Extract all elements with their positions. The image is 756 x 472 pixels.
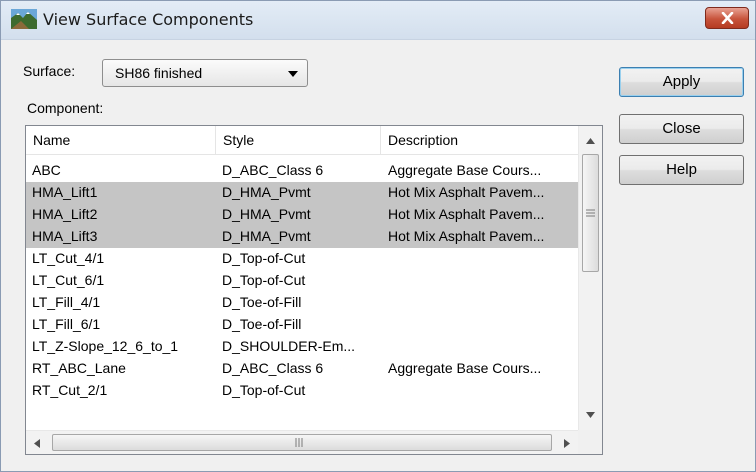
cell-name: HMA_Lift2 <box>32 206 98 222</box>
cell-style: D_Top-of-Cut <box>222 272 306 288</box>
vertical-scrollbar[interactable] <box>578 126 602 430</box>
table-row[interactable]: HMA_Lift3 D_HMA_Pvmt Hot Mix Asphalt Pavem… <box>26 226 578 248</box>
cell-name: LT_Z-Slope_12_6_to_1 <box>32 338 179 354</box>
cell-description: Aggregate Base Cours... <box>388 360 542 376</box>
close-button[interactable]: Close <box>619 114 744 144</box>
cell-style: D_HMA_Pvmt <box>222 228 311 244</box>
table-row[interactable]: LT_Cut_6/1 D_Top-of-Cut <box>26 270 578 292</box>
help-button[interactable]: Help <box>619 155 744 185</box>
surface-label: Surface: <box>23 63 76 79</box>
cell-style: D_ABC_Class 6 <box>222 162 324 178</box>
component-list[interactable]: Name Style Description ABC D_ABC_Class 6A… <box>25 125 603 455</box>
cell-name: RT_ABC_Lane <box>32 360 126 376</box>
table-row[interactable]: HMA_Lift2 D_HMA_Pvmt Hot Mix Asphalt Pavem… <box>26 204 578 226</box>
scroll-grip-icon <box>295 438 303 447</box>
horizontal-scrollbar[interactable] <box>26 430 578 454</box>
dialog-window: View Surface Components Surface: SH86 fi… <box>0 0 756 472</box>
cell-name: RT_Cut_2/1 <box>32 382 108 398</box>
cell-style: D_HMA_Pvmt <box>222 206 311 222</box>
scrollbar-corner <box>578 430 602 454</box>
cell-description: Hot Mix Asphalt Pavem... <box>388 228 545 244</box>
column-header-description[interactable]: Description <box>381 126 578 154</box>
cell-description: Hot Mix Asphalt Pavem... <box>388 206 545 222</box>
surface-dropdown[interactable]: SH86 finished <box>102 59 308 87</box>
cell-style: D_SHOULDER-Em... <box>222 338 356 354</box>
scroll-grip-icon <box>586 209 595 217</box>
component-label: Component: <box>27 100 104 116</box>
table-row[interactable]: RT_ABC_Lane D_ABC_Class 6 Aggregate Base C… <box>26 358 578 380</box>
apply-button[interactable]: Apply <box>619 67 744 97</box>
table-row[interactable]: RT_Cut_2/1 D_Top-of-Cut <box>26 380 578 402</box>
close-icon <box>721 12 734 24</box>
column-header-style[interactable]: Style <box>216 126 381 154</box>
scroll-left-arrow-icon[interactable] <box>34 439 40 448</box>
cell-name: LT_Cut_4/1 <box>32 250 105 266</box>
vertical-scroll-thumb[interactable] <box>582 154 599 272</box>
cell-name: HMA_Lift1 <box>32 184 98 200</box>
table-row[interactable]: LT_Fill_4/1 D_Toe-of-Fill <box>26 292 578 314</box>
scroll-right-arrow-icon[interactable] <box>564 439 570 448</box>
table-row[interactable]: ABC D_ABC_Class 6 Aggregate Base Cours... <box>26 160 578 182</box>
cell-description: Hot Mix Asphalt Pavem... <box>388 184 545 200</box>
window-title: View Surface Components <box>43 10 254 29</box>
table-row[interactable]: LT_Z-Slope_12_6_to_1 D_SHOULDER-Em... <box>26 336 578 358</box>
cell-style: D_Top-of-Cut <box>222 382 306 398</box>
scroll-down-arrow-icon[interactable] <box>586 412 595 418</box>
title-bar: View Surface Components <box>1 1 755 40</box>
cell-description: Aggregate Base Cours... <box>388 162 542 178</box>
close-window-button[interactable] <box>705 7 749 29</box>
cell-name: HMA_Lift3 <box>32 228 98 244</box>
cell-style: D_Top-of-Cut <box>222 250 306 266</box>
table-row[interactable]: HMA_Lift1 D_HMA_Pvmt Hot Mix Asphalt Pavem… <box>26 182 578 204</box>
surface-value: SH86 finished <box>115 65 203 81</box>
landscape-icon <box>11 9 37 29</box>
cell-name: LT_Fill_4/1 <box>32 294 101 310</box>
cell-style: D_Toe-of-Fill <box>222 294 302 310</box>
chevron-down-icon <box>288 71 298 77</box>
horizontal-scroll-thumb[interactable] <box>52 434 552 451</box>
cell-name: LT_Cut_6/1 <box>32 272 105 288</box>
cell-name: LT_Fill_6/1 <box>32 316 101 332</box>
cell-name: ABC <box>32 162 61 178</box>
list-header: Name Style Description <box>26 126 578 155</box>
column-header-name[interactable]: Name <box>26 126 216 154</box>
cell-style: D_ABC_Class 6 <box>222 360 324 376</box>
cell-style: D_Toe-of-Fill <box>222 316 302 332</box>
scroll-up-arrow-icon[interactable] <box>586 138 595 144</box>
table-row[interactable]: LT_Cut_4/1 D_Top-of-Cut <box>26 248 578 270</box>
cell-style: D_HMA_Pvmt <box>222 184 311 200</box>
table-row[interactable]: LT_Fill_6/1 D_Toe-of-Fill <box>26 314 578 336</box>
